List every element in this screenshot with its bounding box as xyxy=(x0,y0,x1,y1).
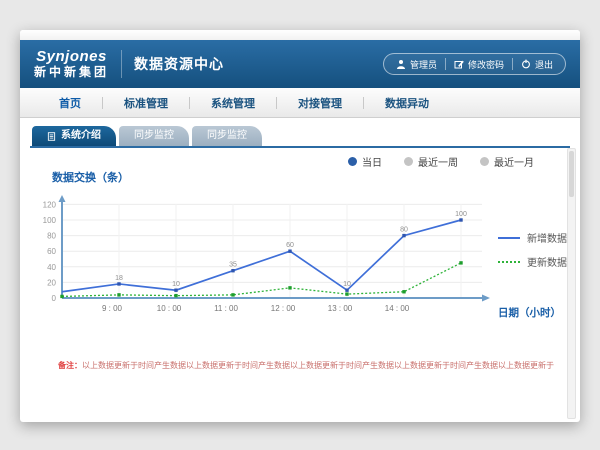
user-toolbar: 管理员 修改密码 退出 xyxy=(383,53,566,75)
app-window: Synjones 新中新集团 数据资源中心 管理员 修改密码 xyxy=(20,30,580,422)
logout-label: 退出 xyxy=(535,58,553,71)
svg-text:60: 60 xyxy=(47,247,56,256)
footnote-text: 以上数据更新于时间产生数据以上数据更新于时间产生数据以上数据更新于时间产生数据以… xyxy=(82,361,554,370)
user-icon xyxy=(396,59,406,69)
nav-item-standard-mgmt[interactable]: 标准管理 xyxy=(103,95,189,111)
app-header: Synjones 新中新集团 数据资源中心 管理员 修改密码 xyxy=(20,40,580,88)
legend-item-update-data[interactable]: 更新数据 xyxy=(498,254,567,269)
nav-item-data-change[interactable]: 数据异动 xyxy=(364,95,450,111)
footnote: 备注：以上数据更新于时间产生数据以上数据更新于时间产生数据以上数据更新于时间产生… xyxy=(58,360,528,371)
time-range-options: 当日 最近一周 最近一月 xyxy=(348,154,534,169)
page-title: 数据资源中心 xyxy=(134,54,224,74)
nav-item-home[interactable]: 首页 xyxy=(38,95,102,111)
x-axis-title: 日期（小时） xyxy=(498,305,561,320)
tab-label: 同步监控 xyxy=(134,126,174,146)
svg-text:60: 60 xyxy=(286,242,294,249)
header-divider xyxy=(121,50,122,78)
user-menu-button[interactable]: 管理员 xyxy=(388,58,445,71)
legend-label: 更新数据 xyxy=(527,254,567,269)
svg-text:0: 0 xyxy=(52,294,57,303)
option-last-week[interactable]: 最近一周 xyxy=(404,154,458,169)
nav-item-system-mgmt[interactable]: 系统管理 xyxy=(190,95,276,111)
logo-company-name: 新中新集团 xyxy=(34,66,109,79)
svg-text:35: 35 xyxy=(229,262,237,269)
main-nav: 首页 标准管理 系统管理 对接管理 数据异动 xyxy=(20,88,580,118)
tab-sync-monitor-2[interactable]: 同步监控 xyxy=(192,126,262,146)
tab-system-intro[interactable]: 系统介绍 xyxy=(32,126,116,146)
nav-item-interface-mgmt[interactable]: 对接管理 xyxy=(277,95,363,111)
legend-label: 新增数据 xyxy=(527,230,567,245)
chart-legend: 新增数据 更新数据 xyxy=(498,230,567,278)
svg-text:10: 10 xyxy=(343,281,351,288)
option-last-month[interactable]: 最近一月 xyxy=(480,154,534,169)
svg-text:80: 80 xyxy=(47,232,56,241)
legend-item-new-data[interactable]: 新增数据 xyxy=(498,230,567,245)
option-label: 最近一月 xyxy=(494,154,534,169)
tab-bar: 系统介绍 同步监控 同步监控 xyxy=(32,126,262,146)
option-today[interactable]: 当日 xyxy=(348,154,382,169)
svg-text:14 : 00: 14 : 00 xyxy=(385,304,410,313)
svg-text:10: 10 xyxy=(172,281,180,288)
svg-text:120: 120 xyxy=(43,200,57,209)
svg-text:18: 18 xyxy=(115,275,123,282)
legend-line-solid-icon xyxy=(498,237,520,239)
svg-text:100: 100 xyxy=(43,216,57,225)
footnote-label: 备注： xyxy=(58,361,82,370)
tab-label: 同步监控 xyxy=(207,126,247,146)
option-label: 当日 xyxy=(362,154,382,169)
svg-text:9 : 00: 9 : 00 xyxy=(102,304,123,313)
tab-label: 系统介绍 xyxy=(61,126,101,146)
svg-text:100: 100 xyxy=(455,211,467,218)
svg-text:20: 20 xyxy=(47,278,56,287)
tab-underline xyxy=(30,146,570,148)
logo-wordmark: Synjones xyxy=(34,49,109,66)
power-icon xyxy=(521,59,531,69)
svg-text:10 : 00: 10 : 00 xyxy=(157,304,182,313)
window-top-strip xyxy=(20,30,580,40)
scrollbar[interactable] xyxy=(567,148,576,419)
radio-selected-icon xyxy=(348,157,357,166)
y-axis-title: 数据交换（条） xyxy=(52,169,129,185)
svg-text:11 : 00: 11 : 00 xyxy=(214,304,238,313)
svg-text:13 : 00: 13 : 00 xyxy=(328,304,353,313)
user-menu-label: 管理员 xyxy=(410,58,437,71)
change-password-label: 修改密码 xyxy=(468,58,504,71)
svg-text:80: 80 xyxy=(400,227,408,234)
option-label: 最近一周 xyxy=(418,154,458,169)
line-chart: 0 20 40 60 80 100 120 9 : 00 10 : 00 11 : 00 12 : … xyxy=(36,194,494,318)
document-icon xyxy=(47,132,56,141)
radio-icon xyxy=(404,157,413,166)
radio-icon xyxy=(480,157,489,166)
logo[interactable]: Synjones 新中新集团 xyxy=(34,49,109,79)
edit-icon xyxy=(454,59,464,69)
logout-button[interactable]: 退出 xyxy=(513,58,561,71)
svg-text:40: 40 xyxy=(47,263,56,272)
scrollbar-thumb[interactable] xyxy=(569,151,574,197)
change-password-button[interactable]: 修改密码 xyxy=(446,58,512,71)
svg-text:12 : 00: 12 : 00 xyxy=(271,304,296,313)
legend-line-dotted-icon xyxy=(498,261,520,263)
tab-sync-monitor-1[interactable]: 同步监控 xyxy=(119,126,189,146)
